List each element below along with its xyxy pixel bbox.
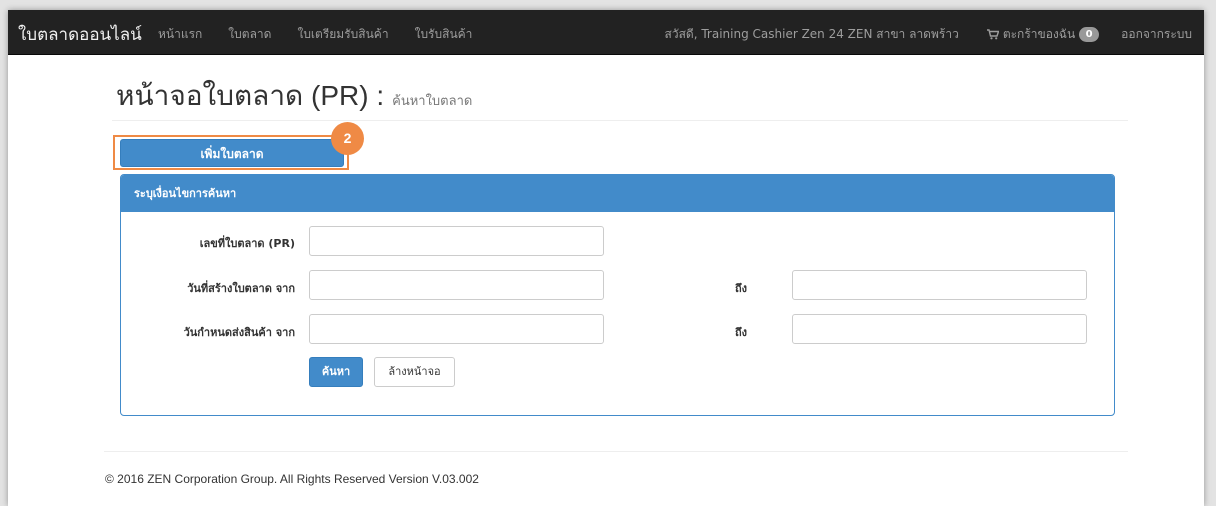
nav-home[interactable]: หน้าแรก xyxy=(158,25,202,44)
user-greeting[interactable]: สวัสดี, Training Cashier Zen 24 ZEN สาขา… xyxy=(665,25,959,44)
footer-copyright: © 2016 ZEN Corporation Group. All Rights… xyxy=(105,472,479,486)
cart-link[interactable]: ตะกร้าของฉัน 0 xyxy=(986,25,1100,44)
page-title: หน้าจอใบตลาด (PR) : xyxy=(116,80,385,111)
delivery-to-label: ถึง xyxy=(735,326,748,339)
brand-link[interactable]: ใบตลาดออนไลน์ xyxy=(18,21,142,48)
cart-label: ตะกร้าของฉัน xyxy=(1002,27,1076,41)
shopping-cart-icon xyxy=(986,29,999,40)
page-header: หน้าจอใบตลาด (PR) : ค้นหาใบตลาด xyxy=(116,74,472,118)
add-market-list-button[interactable]: เพิ่มใบตลาด xyxy=(120,139,344,167)
page-subtitle: ค้นหาใบตลาด xyxy=(392,94,473,109)
logout-link[interactable]: ออกจากระบบ xyxy=(1121,25,1192,44)
created-from-input[interactable] xyxy=(309,270,604,300)
nav-receive[interactable]: ใบรับสินค้า xyxy=(415,25,473,44)
pr-number-label: เลขที่ใบตลาด (PR) xyxy=(199,237,295,250)
footer-divider xyxy=(104,451,1128,452)
search-panel: ระบุเงื่อนไขการค้นหา เลขที่ใบตลาด (PR) ว… xyxy=(120,174,1115,416)
delivery-to-input[interactable] xyxy=(792,314,1087,344)
browser-frame: ใบตลาดออนไลน์ หน้าแรก ใบตลาด ใบเตรียมรับ… xyxy=(8,10,1204,506)
user-nav: สวัสดี, Training Cashier Zen 24 ZEN สาขา… xyxy=(665,25,1204,44)
created-to-label: ถึง xyxy=(735,282,748,295)
nav-market-list[interactable]: ใบตลาด xyxy=(228,25,271,44)
created-from-label: วันที่สร้างใบตลาด จาก xyxy=(187,282,295,295)
delivery-from-label: วันกำหนดส่งสินค้า จาก xyxy=(183,326,295,339)
search-button[interactable]: ค้นหา xyxy=(309,357,363,387)
header-divider xyxy=(112,120,1128,121)
pr-number-input[interactable] xyxy=(309,226,604,256)
tutorial-step-badge: 2 xyxy=(331,122,364,155)
nav-prepare-receive[interactable]: ใบเตรียมรับสินค้า xyxy=(297,25,388,44)
clear-form-button[interactable]: ล้างหน้าจอ xyxy=(374,357,455,387)
cart-count-badge: 0 xyxy=(1079,27,1100,42)
main-nav: หน้าแรก ใบตลาด ใบเตรียมรับสินค้า ใบรับสิ… xyxy=(158,25,472,44)
search-panel-title: ระบุเงื่อนไขการค้นหา xyxy=(121,175,1114,212)
delivery-from-input[interactable] xyxy=(309,314,604,344)
created-to-input[interactable] xyxy=(792,270,1087,300)
top-navbar: ใบตลาดออนไลน์ หน้าแรก ใบตลาด ใบเตรียมรับ… xyxy=(8,10,1204,55)
